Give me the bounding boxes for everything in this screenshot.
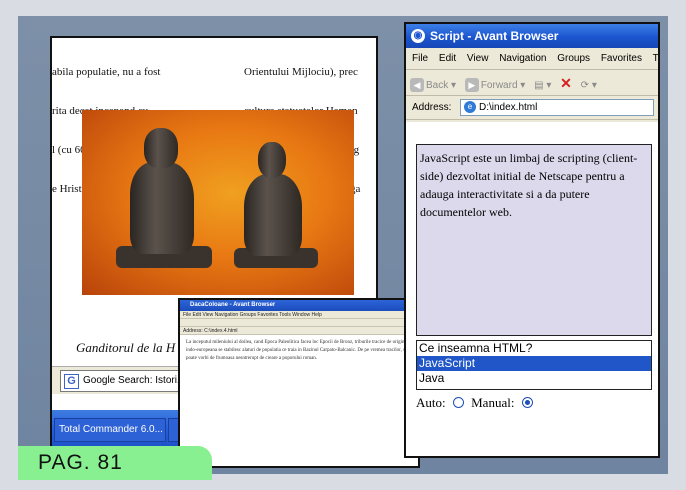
forward-label: Forward bbox=[480, 80, 518, 91]
slide-background: abila populatie, nu a fost rita decat in… bbox=[18, 16, 668, 474]
google-search-label: Google Search: Istori... bbox=[83, 375, 186, 386]
topic-listbox[interactable]: Ce inseamna HTML? JavaScript Java bbox=[416, 340, 652, 390]
mini-menu-bar[interactable]: File Edit View Navigation Groups Favorit… bbox=[180, 311, 418, 319]
list-item[interactable]: Ce inseamna HTML? bbox=[417, 341, 651, 356]
auto-radio[interactable] bbox=[452, 397, 464, 408]
address-label: Address: bbox=[412, 102, 452, 113]
menu-groups[interactable]: Groups bbox=[557, 53, 590, 64]
statue-head bbox=[258, 142, 286, 178]
text-line: Orientului Mijlociu), prec bbox=[244, 66, 358, 78]
description-textarea[interactable]: JavaScript este un limbaj de scripting (… bbox=[416, 144, 652, 336]
mini-address-bar[interactable]: Address: C:\index.4.html bbox=[180, 327, 418, 335]
address-input[interactable]: e D:\index.html bbox=[460, 99, 654, 116]
window-title-bar[interactable]: ◉ Script - Avant Browser bbox=[406, 24, 658, 48]
page-icon-button[interactable]: ▤ ▾ bbox=[534, 73, 551, 95]
address-value: D:\index.html bbox=[479, 102, 538, 113]
back-label: Back bbox=[426, 80, 449, 91]
thinker-statue bbox=[130, 162, 194, 254]
stop-icon[interactable]: ✕ bbox=[560, 70, 572, 95]
text-line: abila populatie, nu a fost bbox=[52, 66, 161, 78]
refresh-button[interactable]: ⟳ ▾ bbox=[581, 73, 597, 95]
google-icon: G bbox=[64, 374, 79, 389]
mode-radio-group: Auto: Manual: bbox=[416, 394, 537, 412]
menu-bar: File Edit View Navigation Groups Favorit… bbox=[406, 48, 658, 70]
avant-browser-window: ◉ Script - Avant Browser File Edit View … bbox=[404, 22, 660, 458]
browser-app-icon: ◉ bbox=[411, 29, 425, 43]
mini-browser-window: DacaColoane - Avant Browser File Edit Vi… bbox=[178, 298, 420, 468]
list-item[interactable]: Java bbox=[417, 371, 651, 386]
mini-page-text: La inceputul mileniului al doilea, cand … bbox=[186, 340, 408, 361]
page-number-label: PAG. 81 bbox=[18, 446, 212, 480]
seated-woman-statue bbox=[244, 174, 302, 256]
mini-window-title: DacaColoane - Avant Browser bbox=[180, 300, 418, 311]
statue-head bbox=[144, 128, 178, 168]
auto-label: Auto: bbox=[416, 395, 446, 410]
page-content: JavaScript este un limbaj de scripting (… bbox=[406, 122, 658, 456]
taskbar-item-total-commander[interactable]: Total Commander 6.0... bbox=[54, 418, 166, 442]
manual-radio[interactable] bbox=[521, 397, 533, 408]
navigation-toolbar: ◀ Back ▾ ▶ Forward ▾ ▤ ▾ ✕ ⟳ ▾ bbox=[406, 70, 658, 96]
menu-view[interactable]: View bbox=[467, 53, 489, 64]
page-icon: e bbox=[464, 101, 476, 113]
menu-edit[interactable]: Edit bbox=[439, 53, 456, 64]
menu-file[interactable]: File bbox=[412, 53, 428, 64]
address-bar: Address: e D:\index.html bbox=[406, 96, 658, 120]
list-item-selected[interactable]: JavaScript bbox=[417, 356, 651, 371]
forward-button[interactable]: ▶ Forward ▾ bbox=[464, 73, 525, 95]
menu-favorites[interactable]: Favorites bbox=[601, 53, 642, 64]
mini-toolbar[interactable] bbox=[180, 319, 418, 327]
forward-arrow-icon: ▶ bbox=[464, 78, 479, 93]
manual-label: Manual: bbox=[471, 395, 515, 410]
back-arrow-icon: ◀ bbox=[410, 78, 424, 93]
hamangia-statues-photo bbox=[82, 110, 354, 295]
menu-tools[interactable]: To bbox=[653, 53, 658, 64]
window-title: Script - Avant Browser bbox=[430, 29, 559, 43]
photo-caption: Ganditorul de la H bbox=[76, 340, 176, 355]
menu-navigation[interactable]: Navigation bbox=[499, 53, 546, 64]
back-button[interactable]: ◀ Back ▾ bbox=[410, 73, 456, 95]
